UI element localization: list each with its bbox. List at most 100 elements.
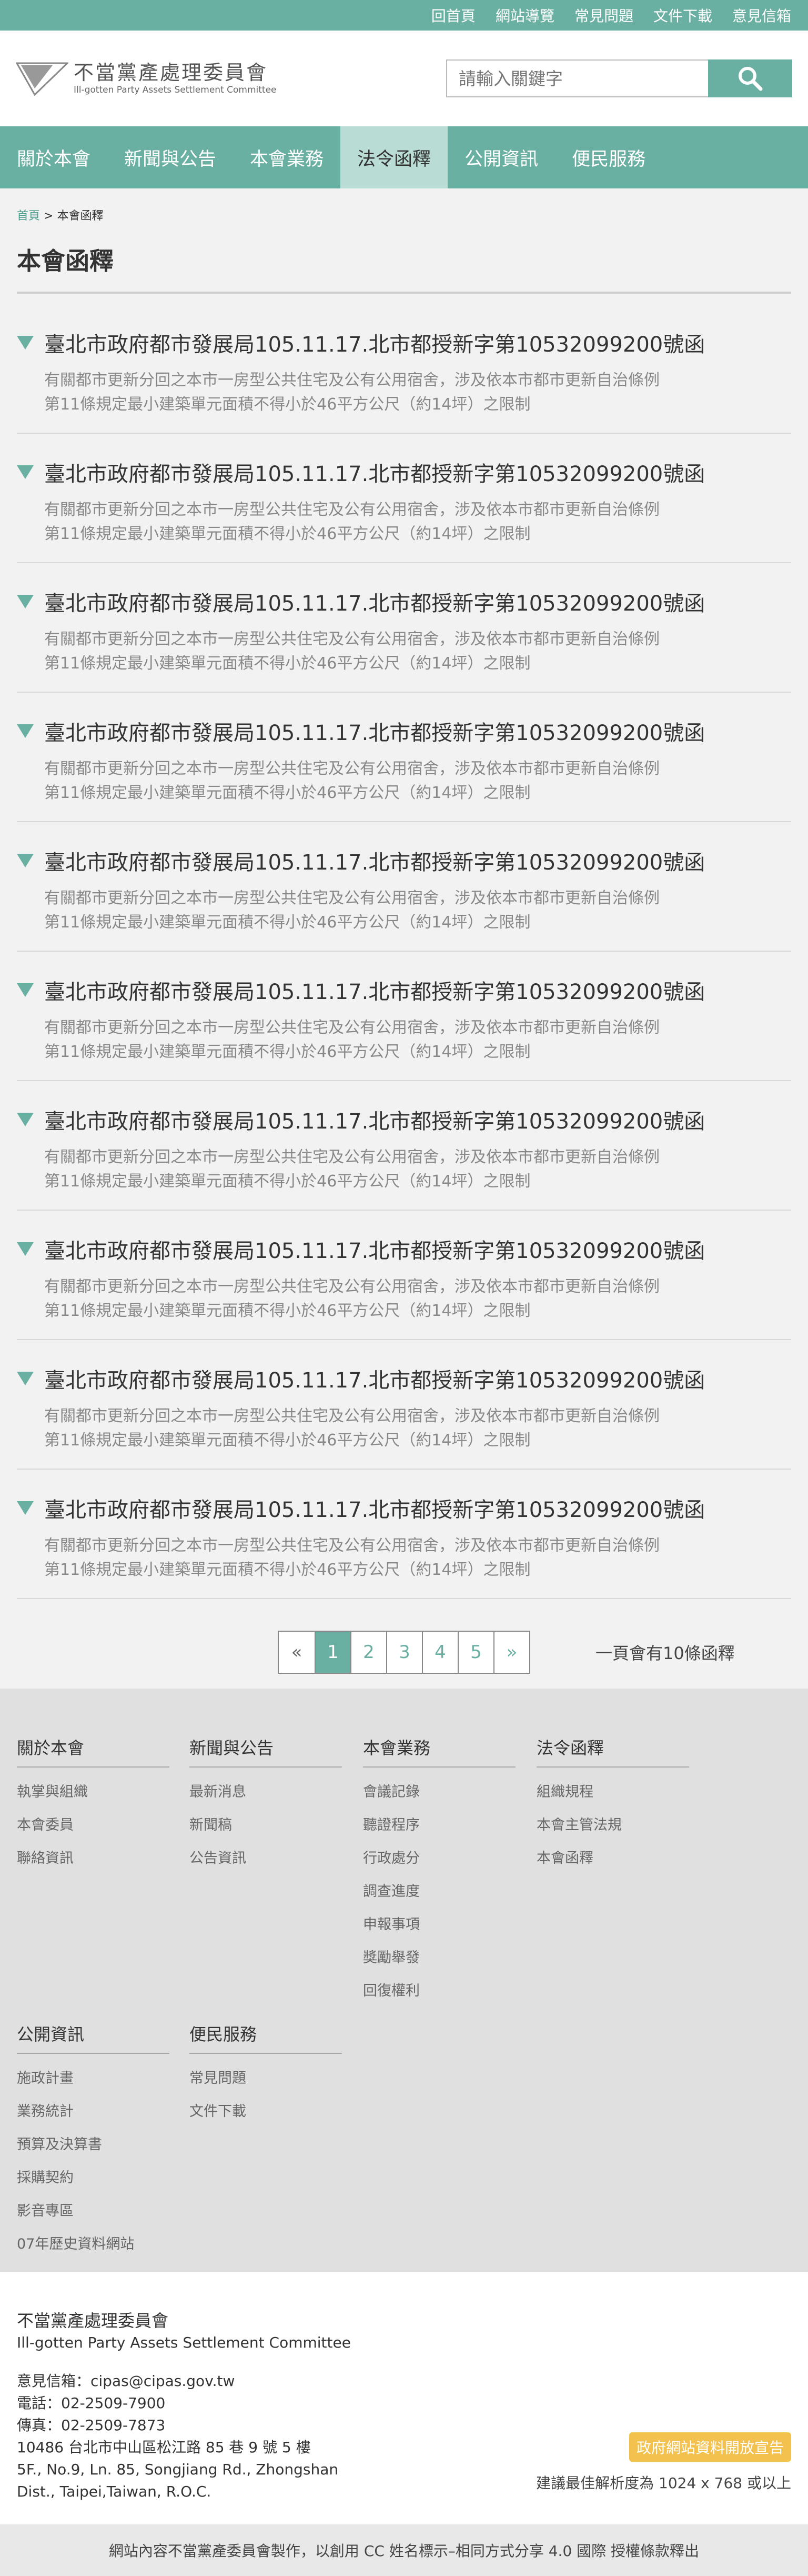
pagination-row: « 1 2 3 4 5 » 一頁會有10條函釋 [17,1631,791,1674]
search-icon [739,67,763,91]
item-title-link[interactable]: 臺北市政府都市發展局105.11.17.北市都授新字第10532099200號函 [17,1493,791,1523]
item-title-link[interactable]: 臺北市政府都市發展局105.11.17.北市都授新字第10532099200號函 [17,1234,791,1264]
pagination: « 1 2 3 4 5 » [278,1631,530,1674]
footer-org-cn: 不當黨產處理委員會 [17,2311,169,2331]
per-page-text: 一頁會有10條函釋 [595,1643,735,1663]
footer-sitemap: 關於本會 執掌與組織 本會委員 聯絡資訊 新聞與公告 最新消息 新聞稿 公告資訊… [0,1689,808,2272]
item-description: 有關都市更新分回之本市一房型公共住宅及公有公用宿舍，涉及依本市都市更新自治條例第… [44,1277,660,1320]
item-title: 臺北市政府都市發展局105.11.17.北市都授新字第10532099200號函 [44,721,705,745]
item-description: 有關都市更新分回之本市一房型公共住宅及公有公用宿舍，涉及依本市都市更新自治條例第… [44,1019,660,1061]
list-item: 臺北市政府都市發展局105.11.17.北市都授新字第10532099200號函… [17,294,791,434]
pagination-page-4[interactable]: 4 [422,1632,458,1673]
item-title-link[interactable]: 臺北市政府都市發展局105.11.17.北市都授新字第10532099200號函 [17,1104,791,1135]
sitemap-col-title: 便民服務 [189,2021,342,2054]
item-title: 臺北市政府都市發展局105.11.17.北市都授新字第10532099200號函 [44,1110,705,1134]
list-item: 臺北市政府都市發展局105.11.17.北市都授新字第10532099200號函… [17,1470,791,1599]
main-content: 首頁 > 本會函釋 本會函釋 臺北市政府都市發展局105.11.17.北市都授新… [0,206,808,1674]
sitemap-link[interactable]: 行政處分 [363,1846,516,1867]
sitemap-col-title: 新聞與公告 [189,1735,342,1768]
sitemap-link[interactable]: 採購契約 [17,2166,169,2186]
pagination-page-1[interactable]: 1 [315,1632,350,1673]
feedback-link[interactable]: 意見信箱 [732,5,791,26]
breadcrumb-home[interactable]: 首頁 [17,209,40,223]
footer-org-en: Ill-gotten Party Assets Settlement Commi… [17,2334,351,2351]
item-title: 臺北市政府都市發展局105.11.17.北市都授新字第10532099200號函 [44,592,705,616]
resolution-note: 建議最佳解析度為 1024 x 768 或以上 [536,2474,791,2492]
sitemap-link[interactable]: 聯絡資訊 [17,1846,169,1867]
nav-business[interactable]: 本會業務 [233,126,340,188]
item-title-link[interactable]: 臺北市政府都市發展局105.11.17.北市都授新字第10532099200號函 [17,1363,791,1394]
item-description: 有關都市更新分回之本市一房型公共住宅及公有公用宿舍，涉及依本市都市更新自治條例第… [44,1536,660,1579]
pagination-next[interactable]: » [493,1632,529,1673]
item-description: 有關都市更新分回之本市一房型公共住宅及公有公用宿舍，涉及依本市都市更新自治條例第… [44,501,660,543]
page-title: 本會函釋 [17,242,791,294]
item-title: 臺北市政府都市發展局105.11.17.北市都授新字第10532099200號函 [44,1239,705,1263]
triangle-bullet-icon [17,1501,34,1515]
sitemap-col-about: 關於本會 執掌與組織 本會委員 聯絡資訊 [17,1735,169,1867]
sitemap-link[interactable]: 組織規程 [537,1780,689,1801]
sitemap-link[interactable]: 調查進度 [363,1880,516,1900]
sitemap-link[interactable]: 施政計畫 [17,2066,169,2087]
item-title-link[interactable]: 臺北市政府都市發展局105.11.17.北市都授新字第10532099200號函 [17,327,791,358]
list-item: 臺北市政府都市發展局105.11.17.北市都授新字第10532099200號函… [17,952,791,1081]
open-data-badge[interactable]: 政府網站資料開放宣告 [629,2432,791,2462]
item-title-link[interactable]: 臺北市政府都市發展局105.11.17.北市都授新字第10532099200號函 [17,586,791,617]
list-item: 臺北市政府都市發展局105.11.17.北市都授新字第10532099200號函… [17,1211,791,1340]
sitemap-link[interactable]: 新聞稿 [189,1813,342,1834]
item-title: 臺北市政府都市發展局105.11.17.北市都授新字第10532099200號函 [44,980,705,1004]
sitemap-link[interactable]: 公告資訊 [189,1846,342,1867]
sitemap-link[interactable]: 07年歷史資料網站 [17,2232,169,2253]
search-button[interactable] [708,59,792,97]
sitemap-link[interactable]: 預算及決算書 [17,2133,169,2153]
nav-news[interactable]: 新聞與公告 [107,126,233,188]
item-title: 臺北市政府都市發展局105.11.17.北市都授新字第10532099200號函 [44,1369,705,1393]
sitemap-link[interactable]: 本會委員 [17,1813,169,1834]
sitemap-col-regulations: 法令函釋 組織規程 本會主管法規 本會函釋 [537,1735,689,1867]
pagination-page-3[interactable]: 3 [386,1632,422,1673]
main-nav: 關於本會 新聞與公告 本會業務 法令函釋 公開資訊 便民服務 [0,126,808,188]
license-text: 網站內容不當黨產委員會製作，以創用 CC 姓名標示–相同方式分享 4.0 國際 … [108,2542,700,2560]
sitemap-col-services: 便民服務 常見問題 文件下載 [189,2021,342,2120]
pagination-prev[interactable]: « [279,1632,315,1673]
site-logo[interactable]: 不當黨產處理委員會 Ill-gotten Party Assets Settle… [16,61,277,96]
sitemap-link[interactable]: 會議記錄 [363,1780,516,1801]
item-description: 有關都市更新分回之本市一房型公共住宅及公有公用宿舍，涉及依本市都市更新自治條例第… [44,1148,660,1191]
sitemap-link[interactable]: 網站導覽 [496,5,554,26]
sitemap-link[interactable]: 回復權利 [363,1979,516,2000]
home-link[interactable]: 回首頁 [431,5,476,26]
sitemap-link[interactable]: 常見問題 [189,2066,342,2087]
sitemap-link[interactable]: 本會函釋 [537,1846,689,1867]
faq-link[interactable]: 常見問題 [574,5,633,26]
sitemap-link[interactable]: 聽證程序 [363,1813,516,1834]
triangle-bullet-icon [17,1372,34,1385]
list-item: 臺北市政府都市發展局105.11.17.北市都授新字第10532099200號函… [17,1081,791,1211]
sitemap-col-title: 公開資訊 [17,2021,169,2054]
pagination-page-2[interactable]: 2 [350,1632,386,1673]
nav-about[interactable]: 關於本會 [0,126,107,188]
breadcrumb: 首頁 > 本會函釋 [17,206,791,223]
item-title-link[interactable]: 臺北市政府都市發展局105.11.17.北市都授新字第10532099200號函 [17,845,791,876]
item-description: 有關都市更新分回之本市一房型公共住宅及公有公用宿舍，涉及依本市都市更新自治條例第… [44,760,660,802]
sitemap-link[interactable]: 申報事項 [363,1913,516,1933]
item-title-link[interactable]: 臺北市政府都市發展局105.11.17.北市都授新字第10532099200號函 [17,716,791,746]
item-title: 臺北市政府都市發展局105.11.17.北市都授新字第10532099200號函 [44,333,705,357]
sitemap-link[interactable]: 業務統計 [17,2100,169,2120]
downloads-link[interactable]: 文件下載 [653,5,712,26]
nav-services[interactable]: 便民服務 [555,126,662,188]
sitemap-link[interactable]: 執掌與組織 [17,1780,169,1801]
search-input[interactable] [446,59,708,97]
sitemap-link[interactable]: 影音專區 [17,2199,169,2220]
nav-regulations[interactable]: 法令函釋 [340,126,448,188]
sitemap-link[interactable]: 本會主管法規 [537,1813,689,1834]
item-title-link[interactable]: 臺北市政府都市發展局105.11.17.北市都授新字第10532099200號函 [17,975,791,1005]
logo-triangle-icon [16,62,68,96]
item-description: 有關都市更新分回之本市一房型公共住宅及公有公用宿舍，涉及依本市都市更新自治條例第… [44,630,660,673]
sitemap-link[interactable]: 文件下載 [189,2100,342,2120]
nav-public-info[interactable]: 公開資訊 [448,126,555,188]
pagination-page-5[interactable]: 5 [458,1632,493,1673]
sitemap-link[interactable]: 最新消息 [189,1780,342,1801]
triangle-bullet-icon [17,465,34,479]
sitemap-link[interactable]: 獎勵舉發 [363,1946,516,1966]
item-title-link[interactable]: 臺北市政府都市發展局105.11.17.北市都授新字第10532099200號函 [17,457,791,487]
breadcrumb-separator: > [44,209,54,223]
